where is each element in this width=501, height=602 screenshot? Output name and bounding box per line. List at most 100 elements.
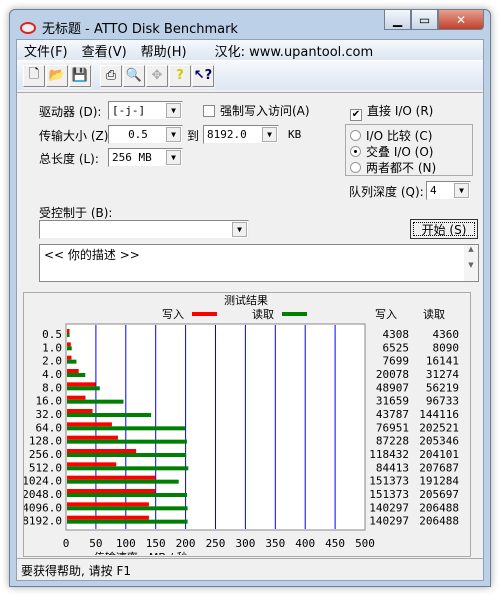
bar-read [67,333,70,337]
direct-io-checkbox[interactable]: ✔ 直接 I/O (R) [350,102,433,121]
print-icon[interactable]: ⎙ [100,64,122,87]
bar-write [67,489,156,493]
total-length-select[interactable]: 256 MB ▼ [108,148,183,167]
description-textarea[interactable]: << 你的描述 >> ▲ ▼ [39,244,479,282]
queue-depth-select[interactable]: 4 ▼ [426,181,471,200]
category-label: 8.0 [42,381,62,394]
value-write: 118432 [369,448,409,461]
print-preview-icon[interactable]: 🔍 [123,64,145,87]
category-label: 0.5 [42,328,62,341]
category-label: 512.0 [29,461,62,474]
value-write: 151373 [369,475,409,488]
move-icon[interactable]: ✥ [146,64,168,87]
category-label: 2.0 [42,355,62,368]
chart-title: 测试结果 [224,294,268,307]
value-write: 48907 [376,381,409,394]
value-read: 4360 [433,328,460,341]
value-write: 140297 [369,501,409,514]
force-write-checkbox[interactable]: 强制写入访问(A) [203,102,310,119]
value-read: 205697 [419,488,459,501]
value-read: 31274 [426,368,459,381]
queue-depth-label: 队列深度 (Q): [349,185,424,199]
value-read: 96733 [426,395,459,408]
x-axis-label: 传输速率 - MB / 秒 [94,550,188,555]
legend-label-1: 读取 [252,307,274,321]
bar-read [67,519,188,524]
start-button[interactable]: 开始 (S) [410,219,478,239]
x-tick-label: 450 [325,537,345,550]
transfer-from-select[interactable]: 0.5 ▼ [108,125,183,144]
value-read: 144116 [419,408,459,421]
x-tick-label: 400 [295,537,315,550]
bar-read [67,506,188,511]
bar-read [67,373,86,377]
controlled-by-label: 受控制于 (B): [39,206,113,220]
bar-read [67,453,187,457]
controlled-by-select[interactable]: ▼ [39,220,249,239]
save-icon[interactable]: 💾 [69,64,91,87]
bar-write [67,422,112,427]
bar-read [67,493,188,497]
category-label: 8192.0 [24,515,62,528]
to-label: 到 [187,129,200,143]
category-label: 1.0 [42,341,62,354]
status-bar: 要获得帮助, 请按 F1 [17,558,483,580]
menu-view[interactable]: 查看(V) [75,41,134,60]
bar-write [67,355,72,360]
maximize-button[interactable]: ▭ [411,10,438,30]
menu-file[interactable]: 文件(F) [17,41,75,60]
results-group: 测试结果 写入 读取 写入 读取 0 50 100 150 200 250 300 350 400 450 5… [22,292,471,564]
open-icon[interactable]: 📂 [46,64,68,87]
bar-write [67,395,86,400]
category-label: 2048.0 [24,488,62,501]
bar-write [67,369,79,373]
unit-label: KB [288,128,302,141]
help-icon[interactable]: ? [169,64,191,87]
value-read: 206488 [419,515,459,528]
menu-help[interactable]: 帮助(H) [134,41,194,60]
scrollbar[interactable]: ▲ ▼ [464,245,478,281]
bar-read [67,439,187,444]
category-label: 32.0 [36,408,63,421]
x-tick-label: 100 [116,537,136,550]
bar-write [67,342,71,347]
bar-write [67,409,93,413]
app-icon [20,21,36,34]
context-help-icon[interactable]: ↖? [192,64,214,87]
new-icon[interactable]: 🗋 [23,64,45,87]
bar-write [67,515,149,520]
legend-swatch-0 [192,312,217,316]
value-write: 76951 [376,421,409,434]
transfer-size-label: 传输大小 (Z): [39,129,113,143]
value-read: 205346 [419,435,459,448]
transfer-to-select[interactable]: 8192.0 ▼ [203,125,279,144]
category-label: 256.0 [29,448,62,461]
value-write: 6525 [383,341,410,354]
x-tick-label: 250 [206,537,226,550]
x-tick-label: 150 [146,537,166,550]
menu-localization[interactable]: 汉化: www.upantool.com [208,41,381,60]
chevron-down-icon: ▼ [166,103,181,118]
bar-write [67,462,117,467]
close-button[interactable]: ✕ [438,10,484,30]
value-read: 204101 [419,448,459,461]
radio-neither[interactable]: 两者都不 (N) [350,159,436,176]
category-label: 64.0 [36,421,63,434]
toolbar: 🗋 📂 💾 ⎙ 🔍 ✥ ? ↖? [17,60,483,90]
results-chart: 测试结果写入 读取 写入 读取 0 50 100 150 200 250 300 350 400 450 5… [22,292,460,564]
category-label: 1024.0 [24,475,62,488]
value-write: 4308 [383,328,410,341]
radio-overlapped-io[interactable]: 交叠 I/O (O) [350,143,433,160]
io-mode-group: I/O 比较 (C) 交叠 I/O (O) 两者都不 (N) [345,124,473,176]
drive-select[interactable]: [-j-] ▼ [108,101,183,120]
value-write: 31659 [376,395,409,408]
radio-io-compare[interactable]: I/O 比较 (C) [350,127,432,144]
value-write: 151373 [369,488,409,501]
bar-write [67,329,70,333]
minimize-button[interactable]: ▁ [384,10,411,30]
value-write: 20078 [376,368,409,381]
x-tick-label: 0 [63,537,70,550]
value-write: 84413 [376,461,409,474]
legend-swatch-1 [282,312,307,316]
description-text: << 你的描述 >> [44,248,140,262]
